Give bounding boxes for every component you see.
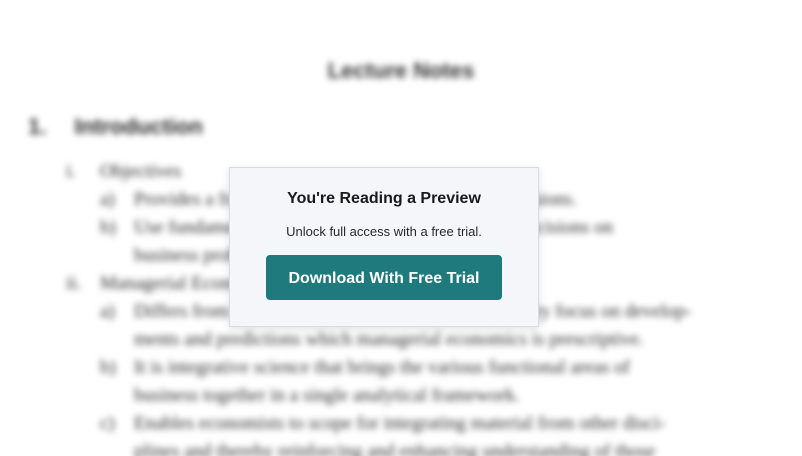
- outline-text: It is integrative science that brings th…: [134, 357, 630, 378]
- outline-bullet: ii.: [66, 273, 82, 294]
- document-viewer: Lecture Notes 1. Introduction i. Objectiv…: [0, 0, 802, 456]
- outline-text: Objectives: [100, 161, 182, 182]
- outline-item: c) Enables economists to scope for integr…: [100, 410, 665, 438]
- preview-title: You're Reading a Preview: [287, 190, 481, 207]
- outline-item: i. Objectives: [66, 158, 181, 186]
- section-heading-text: Introduction: [74, 114, 203, 139]
- section-number: 1.: [28, 114, 47, 139]
- preview-subtitle: Unlock full access with a free trial.: [286, 224, 482, 239]
- preview-dialog: You're Reading a Preview Unlock full acc…: [229, 167, 539, 327]
- outline-bullet: b): [100, 217, 116, 238]
- outline-item: business together in a single analytical…: [134, 382, 520, 410]
- outline-text: business together in a single analytical…: [134, 385, 520, 406]
- section-heading: 1. Introduction: [28, 114, 203, 140]
- outline-item: b) It is integrative science that brings …: [100, 354, 630, 382]
- outline-item: ments and predictions which managerial e…: [134, 326, 644, 354]
- outline-bullet: b): [100, 357, 116, 378]
- outline-bullet: a): [100, 189, 115, 210]
- outline-text: plines and thereby reinforcing and enhan…: [134, 441, 656, 456]
- outline-bullet: a): [100, 301, 115, 322]
- document-title: Lecture Notes: [327, 58, 475, 83]
- outline-bullet: c): [100, 413, 115, 434]
- outline-text: ments and predictions which managerial e…: [134, 329, 644, 350]
- outline-item: plines and thereby reinforcing and enhan…: [134, 438, 655, 456]
- outline-text: Enables economists to scope for integrat…: [134, 413, 666, 434]
- outline-bullet: i.: [66, 161, 77, 182]
- download-free-trial-button[interactable]: Download With Free Trial: [266, 255, 502, 300]
